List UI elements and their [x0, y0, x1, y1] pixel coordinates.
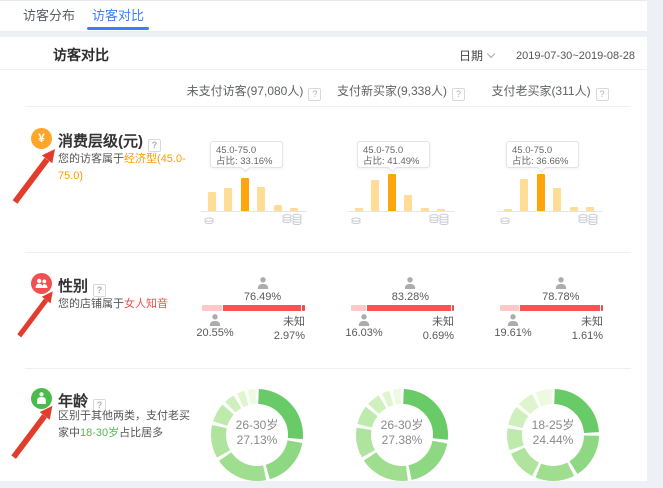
female-segment[interactable] [223, 305, 301, 311]
female-segment[interactable] [367, 305, 451, 311]
bar[interactable] [520, 179, 528, 211]
unknown-segment[interactable] [452, 305, 454, 311]
gender-bar-chart: 76.49%20.55%未知2.97% [202, 252, 305, 368]
unknown-label: 未知 [572, 315, 603, 329]
age-bucket-percent: 24.44% [503, 433, 603, 448]
female-percent: 83.28% [380, 291, 440, 303]
male-segment[interactable] [500, 305, 519, 311]
annotation-arrow [8, 402, 58, 462]
tab-visitor-compare-label: 访客对比 [92, 8, 144, 23]
card-title: 访客对比 [53, 45, 109, 65]
male-percent: 19.61% [491, 327, 535, 339]
tooltip-share: 占比: 36.66% [512, 156, 578, 167]
bar[interactable] [553, 188, 561, 211]
tab-bar: 访客分布 访客对比 [0, 0, 647, 32]
age-bucket-label: 26-30岁 [352, 418, 452, 433]
annotation-arrow [12, 288, 60, 340]
donut-center-label: 18-25岁24.44% [503, 418, 603, 448]
bar[interactable] [404, 195, 412, 211]
unknown-label: 未知 [274, 315, 305, 329]
bar[interactable] [208, 192, 216, 211]
active-tab-underline [87, 27, 149, 30]
donut-center-label: 26-30岁27.13% [207, 418, 307, 448]
female-percent: 76.49% [233, 291, 293, 303]
unknown-block: 未知1.61% [572, 315, 603, 343]
tooltip-range: 45.0-75.0 [512, 145, 578, 156]
gender-bar-chart: 78.78%19.61%未知1.61% [500, 252, 603, 368]
male-percent: 16.03% [342, 327, 386, 339]
row-desc-age: 区别于其他两类，支付老买家中18-30岁占比居多 [58, 408, 200, 442]
gender-stacked-bar [500, 305, 603, 311]
date-filter-label[interactable]: 日期 [459, 47, 483, 64]
chart-tooltip: 45.0-75.0占比: 36.66% [506, 141, 579, 168]
column-header-old-buyers: 支付老买家(311人)? [440, 82, 660, 101]
female-segment[interactable] [520, 305, 600, 311]
spend-level-coins-icon [348, 212, 454, 230]
visitor-compare-card: 访客对比 日期 2019-07-30~2019-08-28 未支付访客(97,0… [0, 37, 647, 481]
tab-visitor-compare[interactable]: 访客对比 [92, 1, 144, 31]
donut-center-label: 26-30岁27.38% [352, 418, 452, 448]
bar[interactable] [537, 174, 545, 211]
unknown-percent: 1.61% [572, 329, 603, 343]
consumption-bar-chart: 45.0-75.0占比: 33.16% [184, 106, 324, 252]
chart-tooltip: 45.0-75.0占比: 33.16% [210, 141, 283, 168]
spend-level-coins-icon [497, 212, 603, 230]
consumption-bar-chart: 45.0-75.0占比: 41.49% [331, 106, 471, 252]
unknown-block: 未知2.97% [274, 315, 305, 343]
help-icon[interactable]: ? [596, 88, 609, 101]
date-filter[interactable]: 日期 2019-07-30~2019-08-28 [459, 47, 635, 64]
tooltip-range: 45.0-75.0 [363, 145, 429, 156]
age-bucket-percent: 27.38% [352, 433, 452, 448]
tab-visitor-distribution[interactable]: 访客分布 [23, 1, 75, 31]
chart-tooltip: 45.0-75.0占比: 41.49% [357, 141, 430, 168]
row-title-consumption: 消费层级(元)? [58, 130, 161, 152]
date-range-value[interactable]: 2019-07-30~2019-08-28 [516, 50, 635, 62]
bar[interactable] [388, 174, 396, 211]
row-title-gender: 性别? [58, 275, 106, 297]
age-bucket-label: 18-25岁 [503, 418, 603, 433]
row-consumption-level: ¥ 消费层级(元)? 您的访客属于经济型(45.0-75.0) 45.0-75.… [0, 106, 647, 252]
tooltip-range: 45.0-75.0 [216, 145, 282, 156]
female-percent: 78.78% [531, 291, 591, 303]
bar[interactable] [224, 188, 232, 211]
male-segment[interactable] [202, 305, 222, 311]
row-gender: 性别? 您的店铺属于女人知音 76.49%20.55%未知2.97%83.28%… [0, 252, 647, 368]
annotation-arrow [10, 145, 60, 207]
row-desc-gender: 您的店铺属于女人知音 [58, 296, 198, 313]
gender-bar-chart: 83.28%16.03%未知0.69% [351, 252, 454, 368]
row-desc-consumption: 您的访客属于经济型(45.0-75.0) [58, 151, 194, 185]
age-bucket-percent: 27.13% [207, 433, 307, 448]
tooltip-share: 占比: 41.49% [363, 156, 429, 167]
bar[interactable] [257, 187, 265, 211]
unknown-segment[interactable] [302, 305, 305, 311]
spend-level-coins-icon [201, 212, 307, 230]
age-donut-chart: 26-30岁27.38% [352, 368, 452, 488]
unknown-percent: 2.97% [274, 329, 305, 343]
unknown-label: 未知 [423, 315, 454, 329]
unknown-block: 未知0.69% [423, 315, 454, 343]
tooltip-share: 占比: 33.16% [216, 156, 282, 167]
card-header: 访客对比 日期 2019-07-30~2019-08-28 [0, 37, 647, 70]
row-age: 年龄? 区别于其他两类，支付老买家中18-30岁占比居多 26-30岁27.13… [0, 368, 647, 481]
unknown-segment[interactable] [601, 305, 603, 311]
male-percent: 20.55% [193, 327, 237, 339]
chevron-down-icon [487, 49, 495, 57]
bar[interactable] [371, 180, 379, 211]
consumption-bar-chart: 45.0-75.0占比: 36.66% [480, 106, 620, 252]
unknown-percent: 0.69% [423, 329, 454, 343]
bar[interactable] [241, 178, 249, 211]
gender-stacked-bar [351, 305, 454, 311]
age-donut-chart: 18-25岁24.44% [503, 368, 603, 488]
gender-stacked-bar [202, 305, 305, 311]
age-bucket-label: 26-30岁 [207, 418, 307, 433]
age-donut-chart: 26-30岁27.13% [207, 368, 307, 488]
male-segment[interactable] [351, 305, 366, 311]
